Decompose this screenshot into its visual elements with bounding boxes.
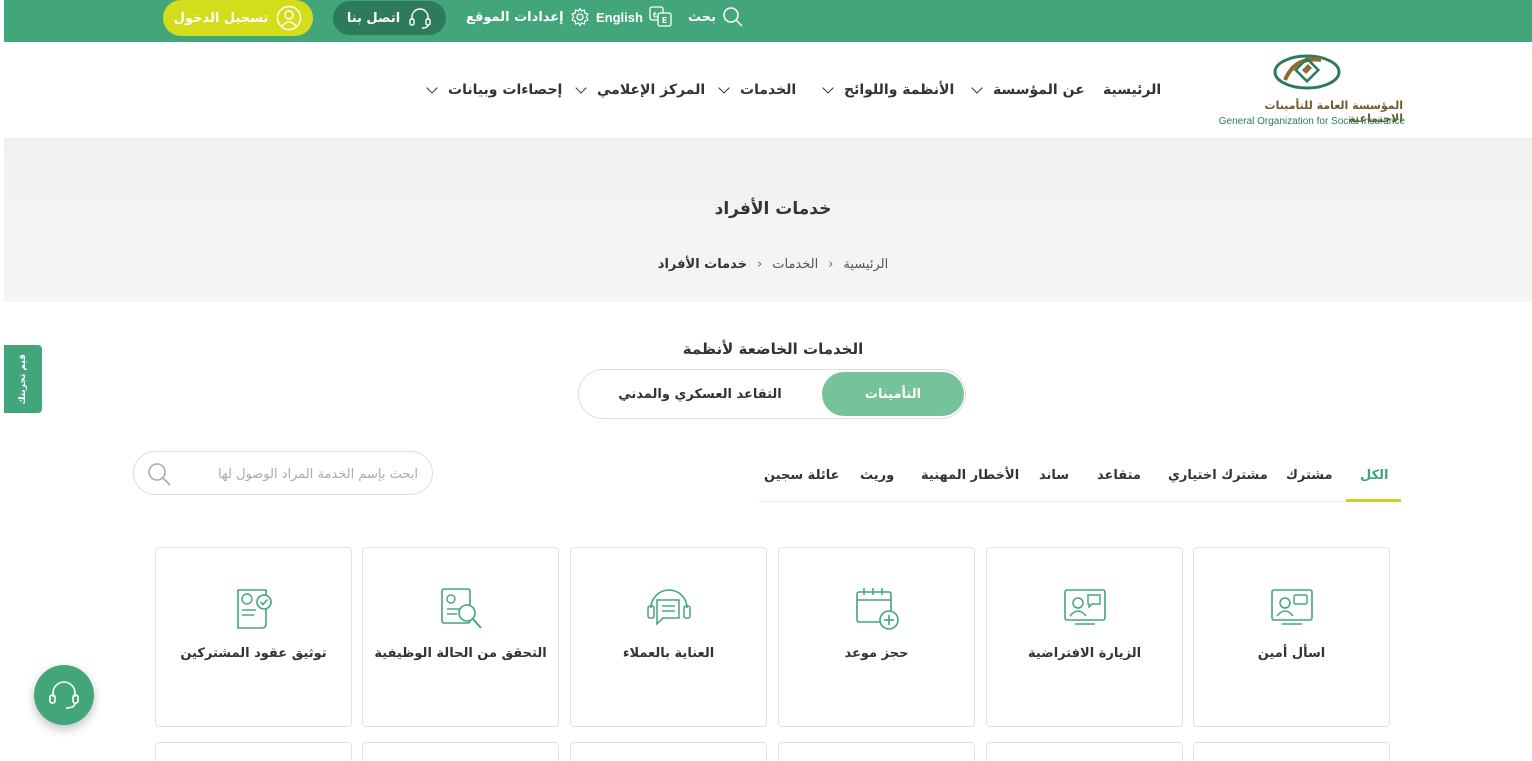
nav-regulations-label: الأنظمة واللوائح xyxy=(844,82,955,98)
gear-icon xyxy=(571,7,589,27)
breadcrumb-services[interactable]: الخدمات xyxy=(772,257,818,272)
login-button-label: تسجيل الدخول xyxy=(173,10,269,26)
logo-english-text: General Organization for Social Insuranc… xyxy=(1218,116,1405,127)
service-card-label: العناية بالعملاء xyxy=(622,646,715,661)
feedback-side-tab-label: قيم تجربتك xyxy=(18,353,28,405)
headset-icon xyxy=(409,8,431,29)
filter-heir[interactable]: وريث xyxy=(860,468,894,483)
chat-support-button[interactable] xyxy=(34,665,94,725)
service-card-label: توثيق عقود المشتركين xyxy=(180,646,327,661)
service-card[interactable] xyxy=(570,742,767,761)
service-card-label: حجز موعد xyxy=(844,646,909,661)
chevron-down-icon xyxy=(822,82,834,94)
nav-home[interactable]: الرئيسية xyxy=(1103,82,1161,98)
page-title: خدمات الأفراد xyxy=(714,199,832,219)
system-switcher: التقاعد العسكري والمدني التأمينات xyxy=(578,369,966,419)
switch-insurance[interactable]: التأمينات xyxy=(822,372,964,416)
service-card[interactable]: حجز موعد xyxy=(778,547,975,727)
service-card[interactable]: اسأل أمين xyxy=(1193,547,1390,727)
switch-military-civil[interactable]: التقاعد العسكري والمدني xyxy=(579,370,821,418)
filter-all[interactable]: الكل xyxy=(1360,468,1389,483)
video-chat-icon xyxy=(1270,589,1313,625)
breadcrumb-current: خدمات الأفراد xyxy=(657,257,748,272)
chevron-left-icon: ‹ xyxy=(757,257,763,272)
search-link[interactable]: بحث xyxy=(688,0,744,34)
filter-tabs: الكل مشترك مشترك اختياري متقاعد ساند الأ… xyxy=(758,468,1401,502)
nav-stats-label: إحصاءات وبيانات xyxy=(448,82,563,98)
nav-about-label: عن المؤسسة xyxy=(993,82,1085,98)
nav-services[interactable]: الخدمات xyxy=(718,82,797,98)
chevron-down-icon xyxy=(971,82,983,94)
service-card[interactable] xyxy=(362,742,559,761)
site-settings-link[interactable]: إعدادات الموقع xyxy=(466,0,590,34)
service-card[interactable] xyxy=(778,742,975,761)
filter-prisoner-family[interactable]: عائلة سجين xyxy=(764,468,840,483)
nav-services-label: الخدمات xyxy=(740,82,797,98)
main-header: الرئيسية عن المؤسسة الأنظمة واللوائح الخ… xyxy=(4,42,1532,139)
service-card[interactable] xyxy=(1193,742,1390,761)
breadcrumb-home[interactable]: الرئيسية xyxy=(843,257,888,272)
headset-icon xyxy=(49,681,79,709)
nav-regulations[interactable]: الأنظمة واللوائح xyxy=(822,82,955,98)
chevron-down-icon xyxy=(575,82,587,94)
active-filter-underline xyxy=(1346,499,1401,502)
nav-home-label: الرئيسية xyxy=(1103,82,1162,98)
breadcrumb: الرئيسية ‹ الخدمات ‹ خدمات الأفراد xyxy=(4,257,1532,272)
service-card-label: الزيارة الافتراضية xyxy=(1027,646,1142,661)
search-input[interactable] xyxy=(182,462,418,486)
calendar-add-icon xyxy=(855,588,899,630)
customer-care-icon xyxy=(646,589,691,626)
filter-occupational-hazards[interactable]: الأخطار المهنية xyxy=(921,468,1019,483)
chevron-down-icon xyxy=(718,82,730,94)
document-search-icon xyxy=(440,588,482,629)
nav-media[interactable]: المركز الإعلامي xyxy=(575,82,706,98)
filter-optional-subscriber[interactable]: مشترك اختياري xyxy=(1168,468,1268,483)
language-label: English xyxy=(596,9,643,25)
user-icon xyxy=(277,5,302,31)
service-card[interactable]: الزيارة الافتراضية xyxy=(986,547,1183,727)
service-card[interactable]: توثيق عقود المشتركين xyxy=(155,547,352,727)
contact-button[interactable]: اتصل بنا xyxy=(333,1,446,35)
service-card[interactable]: التحقق من الحالة الوظيفية xyxy=(362,547,559,727)
svg-text:E: E xyxy=(662,16,667,25)
service-search xyxy=(133,451,433,495)
search-icon xyxy=(723,7,743,27)
page-hero: خدمات الأفراد الرئيسية ‹ الخدمات ‹ خدمات… xyxy=(4,139,1532,302)
service-card-label: اسأل أمين xyxy=(1257,646,1326,661)
top-bar: تسجيل الدخول اتصل بنا إعدادات الموقع Eng… xyxy=(4,0,1532,42)
service-card-label: التحقق من الحالة الوظيفية xyxy=(374,646,547,661)
site-settings-label: إعدادات الموقع xyxy=(466,9,564,25)
contract-verify-icon xyxy=(236,589,272,629)
search-label: بحث xyxy=(688,9,717,25)
chevron-down-icon xyxy=(426,82,438,94)
filter-subscriber[interactable]: مشترك xyxy=(1286,468,1333,483)
service-card[interactable] xyxy=(986,742,1183,761)
virtual-visit-icon xyxy=(1063,589,1106,625)
translate-icon: Eع xyxy=(649,6,672,27)
filter-saned[interactable]: ساند xyxy=(1039,468,1069,483)
search-icon[interactable] xyxy=(146,461,172,487)
service-card[interactable] xyxy=(155,742,352,761)
section-title: الخدمات الخاضعة لأنظمة xyxy=(682,340,864,358)
filter-retiree[interactable]: متقاعد xyxy=(1097,468,1141,483)
nav-media-label: المركز الإعلامي xyxy=(597,82,706,98)
login-button[interactable]: تسجيل الدخول xyxy=(163,0,313,36)
chevron-left-icon: ‹ xyxy=(828,257,834,272)
contact-button-label: اتصل بنا xyxy=(346,10,401,26)
language-switch[interactable]: English Eع xyxy=(596,0,673,34)
nav-about[interactable]: عن المؤسسة xyxy=(971,82,1085,98)
service-card[interactable]: العناية بالعملاء xyxy=(570,547,767,727)
nav-stats[interactable]: إحصاءات وبيانات xyxy=(426,82,563,98)
